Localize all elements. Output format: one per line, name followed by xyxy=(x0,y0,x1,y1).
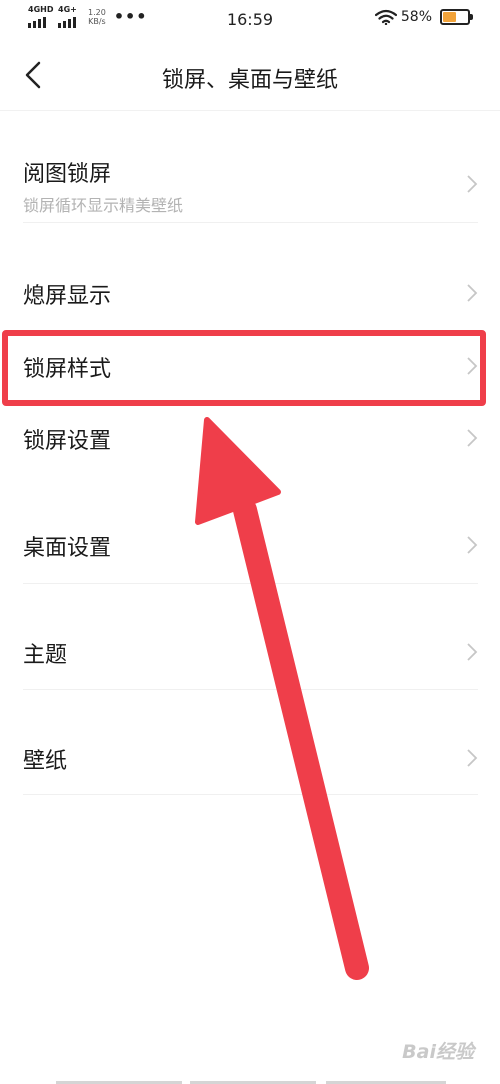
setting-item-theme[interactable]: 主题 xyxy=(0,584,500,690)
status-right: 58% xyxy=(374,9,473,25)
setting-label: 主题 xyxy=(23,643,68,668)
setting-label: 桌面设置 xyxy=(23,536,112,561)
setting-label: 阅图锁屏 xyxy=(23,162,112,187)
setting-label: 壁纸 xyxy=(23,749,68,774)
watermark-logo: Bai经验 xyxy=(402,1041,474,1063)
battery-icon xyxy=(440,9,473,25)
setting-item-lock-settings[interactable]: 锁屏设置 xyxy=(0,405,500,477)
nav-header: 锁屏、桌面与壁纸 xyxy=(0,40,500,111)
chevron-right-icon xyxy=(467,284,478,302)
setting-item-desktop-settings[interactable]: 桌面设置 xyxy=(0,477,500,584)
chevron-right-icon xyxy=(467,749,478,767)
chevron-right-icon xyxy=(467,643,478,661)
setting-label: 锁屏设置 xyxy=(23,429,112,454)
chevron-right-icon xyxy=(467,175,478,193)
chevron-right-icon xyxy=(467,536,478,554)
wifi-icon xyxy=(374,9,397,25)
setting-item-lockscreen-gallery[interactable]: 阅图锁屏 锁屏循环显示精美壁纸 xyxy=(0,110,500,223)
setting-item-aod[interactable]: 熄屏显示 xyxy=(0,223,500,329)
battery-percent: 58% xyxy=(400,9,432,25)
annotation-highlight-box xyxy=(2,330,486,406)
status-bar: 4GHD 4G+ 1.20 KB/s ••• 16:59 58% xyxy=(0,0,500,40)
chevron-right-icon xyxy=(467,429,478,447)
setting-label: 熄屏显示 xyxy=(23,284,112,309)
divider xyxy=(23,794,478,795)
page-title: 锁屏、桌面与壁纸 xyxy=(161,68,338,93)
battery-level xyxy=(443,12,456,22)
setting-item-wallpaper[interactable]: 壁纸 xyxy=(0,690,500,796)
setting-subtitle: 锁屏循环显示精美壁纸 xyxy=(23,196,184,215)
